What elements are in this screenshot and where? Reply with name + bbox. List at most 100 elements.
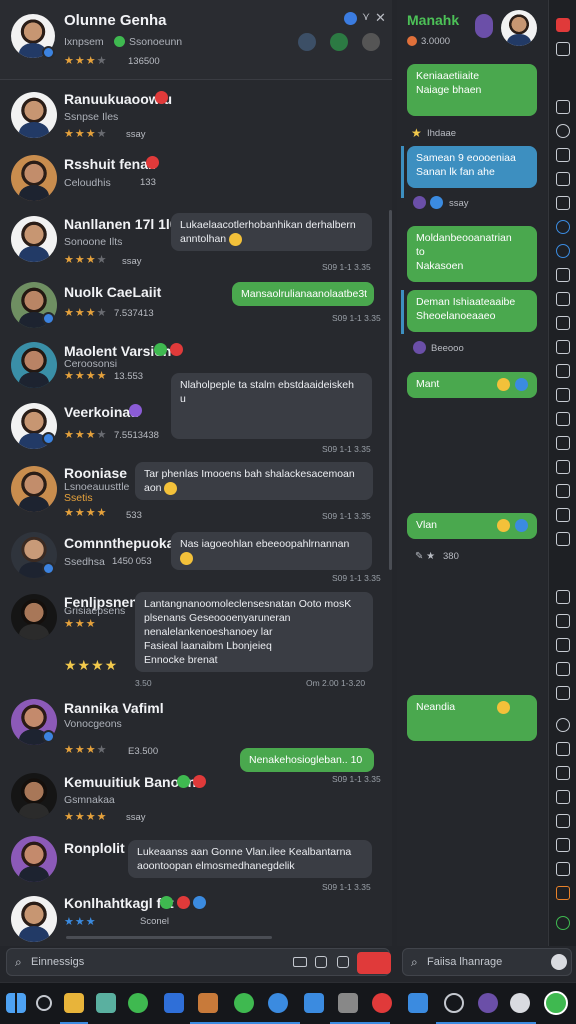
chat-card[interactable]: Samean 9 eoooeniaa Sanan lk fan ahe	[407, 146, 537, 188]
tag-icon[interactable]	[556, 436, 570, 450]
verified-badge-icon	[42, 432, 55, 445]
clock-app-icon[interactable]	[444, 993, 464, 1013]
file-explorer-icon[interactable]	[64, 993, 84, 1013]
bookmark-icon[interactable]	[556, 460, 570, 474]
mail-icon[interactable]	[556, 196, 570, 210]
close-icon[interactable]: ✕	[375, 10, 386, 26]
chat-card[interactable]: Keniaaetiiaite Naiage bhaen	[407, 64, 537, 116]
message-bubble[interactable]: Nenakehosiogleban.. 10	[240, 748, 374, 772]
more-icon[interactable]	[362, 33, 380, 51]
horizontal-scrollbar[interactable]	[66, 936, 272, 939]
card-text: Mant	[416, 378, 440, 390]
group-icon[interactable]	[556, 838, 570, 852]
contact-rating: ★★★★	[64, 507, 108, 519]
print-icon[interactable]	[556, 662, 570, 676]
contact-avatar	[11, 342, 57, 388]
contact-avatar	[11, 836, 57, 882]
search-icon[interactable]	[330, 33, 348, 51]
message-bubble[interactable]: Nas iagoeohlan ebeeoopahlrnannan	[171, 532, 372, 570]
message-bubble[interactable]: Nlaholpeple ta stalm ebstdaaideiskeh u	[171, 373, 372, 439]
sync-icon[interactable]	[556, 244, 570, 258]
notification-icon[interactable]	[556, 18, 570, 32]
message-bubble[interactable]: Tar phenlas Imooens bah shalackesacemoan…	[135, 462, 373, 500]
help-icon[interactable]	[556, 718, 570, 732]
message-time: Om 2.00 1-3.20	[306, 678, 366, 688]
link-icon[interactable]	[556, 508, 570, 522]
camera-icon[interactable]	[510, 993, 530, 1013]
mail-app-icon[interactable]	[304, 993, 324, 1013]
copy-icon[interactable]	[556, 686, 570, 700]
profile-icon[interactable]	[551, 954, 567, 970]
menu-icon[interactable]: ⋎	[362, 10, 370, 23]
active-app-icon[interactable]	[544, 991, 568, 1015]
grid-icon[interactable]	[556, 268, 570, 282]
heart-icon	[155, 91, 168, 104]
search-icon: ⌕	[411, 955, 418, 969]
chat-card[interactable]: Deman Ishiaateaaibe Sheoelanoeaaeo	[407, 290, 537, 332]
record-button[interactable]	[357, 952, 391, 974]
message-bubble[interactable]: Mansaolrulianaanolaatbe3t	[232, 282, 374, 306]
message-time: S09 1-1 3.35	[322, 262, 371, 272]
sticker-icon[interactable]	[475, 14, 493, 38]
user-icon[interactable]	[556, 814, 570, 828]
media-icon[interactable]	[372, 993, 392, 1013]
settings-app-icon[interactable]	[338, 993, 358, 1013]
document-icon[interactable]	[556, 172, 570, 186]
lock-icon[interactable]	[556, 742, 570, 756]
download-icon[interactable]	[556, 614, 570, 628]
taskbar-search-icon[interactable]	[36, 995, 52, 1011]
power-icon[interactable]	[556, 916, 570, 930]
contact-rating: ★★★	[64, 916, 97, 928]
voice-call-icon[interactable]	[298, 33, 316, 51]
settings-icon[interactable]	[344, 12, 357, 25]
right-search-bar[interactable]: ⌕ Faiisa lhanrage	[402, 948, 572, 976]
calendar-icon[interactable]	[556, 316, 570, 330]
chat-app-icon[interactable]	[234, 993, 254, 1013]
contact-meta: ssay	[126, 129, 146, 140]
cloud-icon[interactable]	[408, 993, 428, 1013]
files-icon[interactable]	[96, 993, 116, 1013]
note-icon[interactable]	[556, 340, 570, 354]
edge-icon[interactable]	[268, 993, 288, 1013]
list-icon[interactable]	[556, 292, 570, 306]
image-icon[interactable]	[556, 364, 570, 378]
chat-card[interactable]: Moldanbeooanatrian to Nakasoen	[407, 226, 537, 282]
message-bubble[interactable]: Lantangnanoomoleclensesnatan Ooto mosK p…	[135, 592, 373, 672]
share-icon[interactable]	[556, 638, 570, 652]
app-icon[interactable]	[556, 100, 570, 114]
contact-subtitle: Celoudhis	[64, 177, 111, 189]
messenger-icon[interactable]	[478, 993, 498, 1013]
clock-icon[interactable]	[556, 124, 570, 138]
image-upload-icon[interactable]	[337, 956, 349, 968]
verified-icon	[515, 378, 528, 391]
contact-meta: 533	[126, 510, 142, 521]
chart-icon[interactable]	[556, 766, 570, 780]
warning-icon[interactable]	[556, 886, 570, 900]
vertical-scrollbar[interactable]	[389, 210, 392, 570]
file-icon[interactable]	[556, 484, 570, 498]
conversation-avatar[interactable]	[501, 10, 537, 46]
left-search-bar[interactable]: ⌕ Einnessigs	[6, 948, 391, 976]
keyboard-icon[interactable]	[293, 957, 307, 967]
start-icon[interactable]	[6, 993, 26, 1013]
window-icon[interactable]	[556, 42, 570, 56]
message-bubble[interactable]: Lukeaanss aan Gonne Vlan.ilee Kealbantar…	[128, 840, 372, 878]
contact-icon[interactable]	[556, 532, 570, 546]
browser-icon[interactable]	[128, 993, 148, 1013]
refresh-icon[interactable]	[556, 220, 570, 234]
flag-icon[interactable]	[556, 862, 570, 876]
store-icon[interactable]	[198, 993, 218, 1013]
archive-icon[interactable]	[556, 412, 570, 426]
layers-icon[interactable]	[556, 388, 570, 402]
folder-icon[interactable]	[556, 148, 570, 162]
message-bubble[interactable]: Lukaelaacotlerhobanhikan derhalbern annt…	[171, 213, 372, 251]
attach-icon[interactable]	[315, 956, 327, 968]
conversation-panel: Manahk 3.0000 Keniaaetiiaite Naiage bhae…	[397, 0, 547, 946]
heart-icon	[193, 775, 206, 788]
upload-icon[interactable]	[556, 590, 570, 604]
label-text: Beeooo	[431, 343, 464, 354]
message-text: Nas iagoeohlan ebeeoopahlrnannan	[180, 538, 350, 550]
chat-card[interactable]: Neandia	[407, 695, 537, 741]
app-icon[interactable]	[164, 993, 184, 1013]
table-icon[interactable]	[556, 790, 570, 804]
